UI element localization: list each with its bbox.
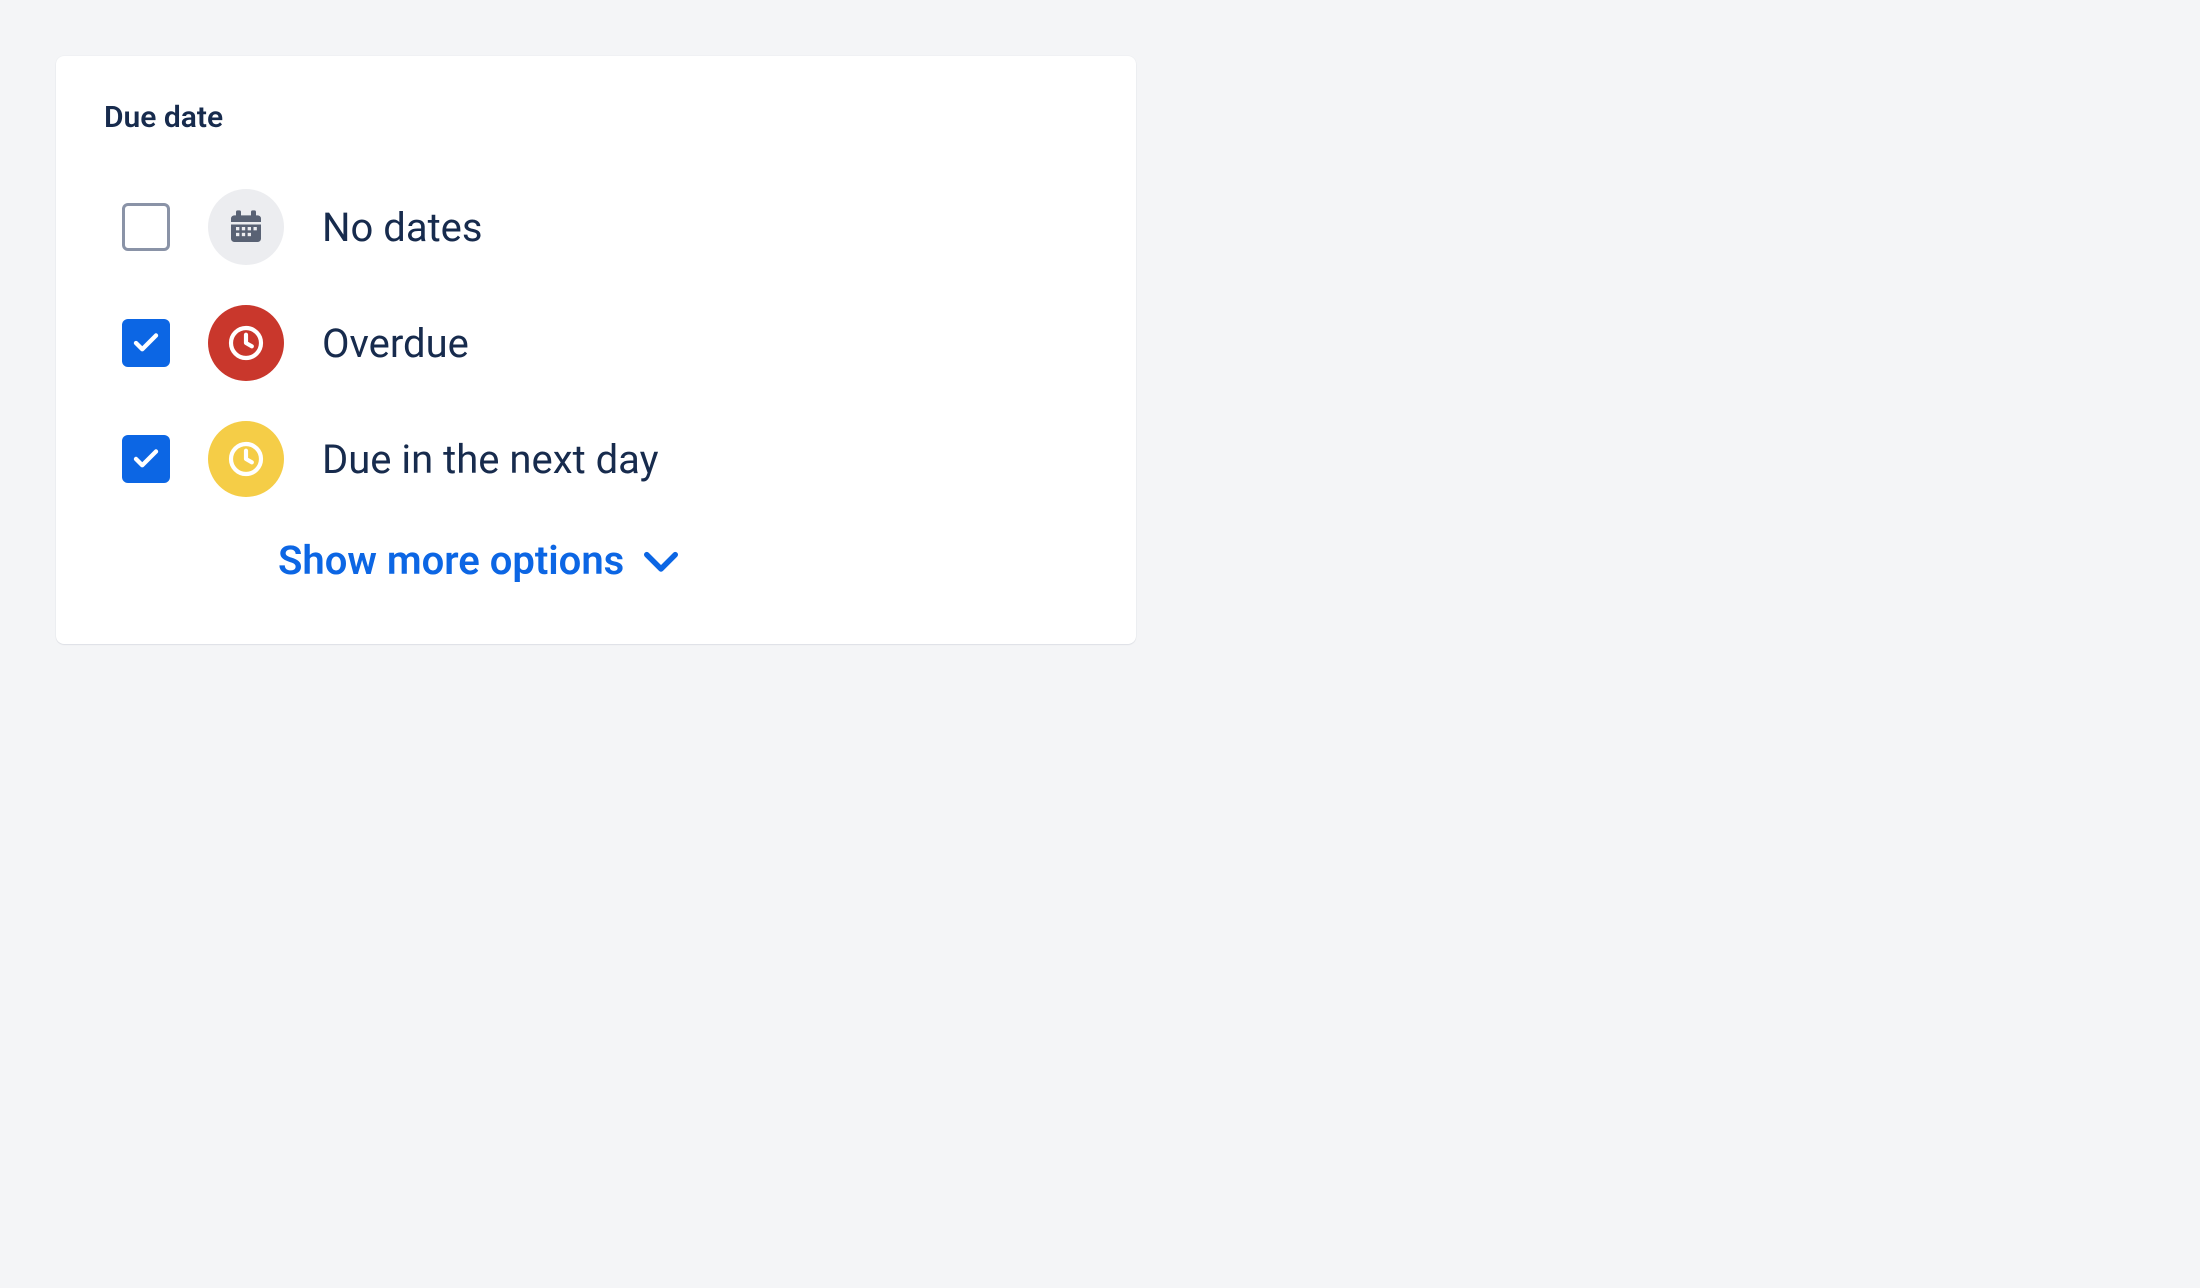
option-label: Overdue (322, 320, 469, 367)
show-more-options-button[interactable]: Show more options (278, 537, 1088, 584)
option-label: Due in the next day (322, 436, 659, 483)
option-row-due-next-day[interactable]: Due in the next day (122, 401, 1088, 517)
section-title: Due date (104, 100, 1088, 135)
checkbox-overdue[interactable] (122, 319, 170, 367)
clock-icon (208, 421, 284, 497)
due-date-filter-card: Due date No dates (56, 56, 1136, 644)
check-icon (131, 328, 161, 358)
clock-icon (208, 305, 284, 381)
checkbox-due-next-day[interactable] (122, 435, 170, 483)
calendar-icon (208, 189, 284, 265)
option-label: No dates (322, 204, 483, 251)
chevron-down-icon (642, 546, 680, 576)
show-more-label: Show more options (278, 537, 624, 584)
check-icon (131, 444, 161, 474)
option-row-overdue[interactable]: Overdue (122, 285, 1088, 401)
option-row-no-dates[interactable]: No dates (122, 169, 1088, 285)
checkbox-no-dates[interactable] (122, 203, 170, 251)
